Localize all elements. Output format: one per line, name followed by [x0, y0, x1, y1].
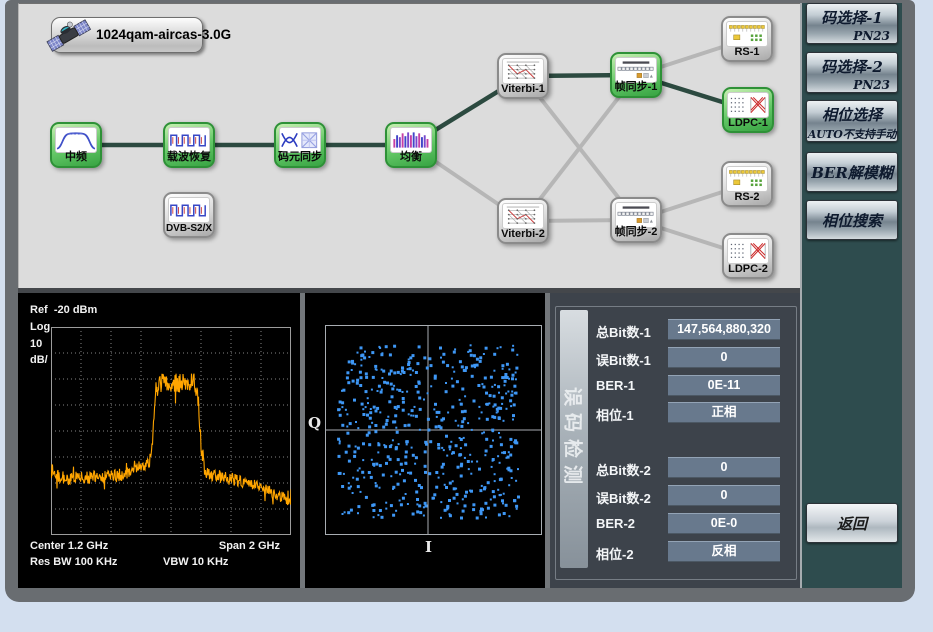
- phase-2-label: 相位-2: [596, 544, 634, 563]
- node-frame-sync-1-label: 帧同步-1: [609, 78, 663, 94]
- node-rs-2-label: RS-2: [720, 191, 774, 203]
- code-select-1-label: 码选择-1: [807, 7, 897, 28]
- scale-label-log: Log: [30, 321, 50, 333]
- code-select-1-button[interactable]: 码选择-1 PN23: [806, 3, 898, 44]
- scale-label-db: dB/: [30, 354, 48, 366]
- ber-2-label: BER-2: [596, 516, 635, 531]
- constellation-display: Q I: [305, 293, 545, 588]
- ber-side-label: 误码检测: [561, 387, 588, 491]
- node-rs-1[interactable]: RS-1: [721, 16, 773, 62]
- ldpc-graph-icon: [727, 92, 769, 118]
- node-frame-sync-1[interactable]: 帧同步-1: [610, 52, 662, 98]
- ber-1-label: BER-1: [596, 378, 635, 393]
- ldpc-graph-icon: [727, 238, 769, 264]
- node-symbol-sync-label: 码元同步: [273, 148, 327, 164]
- node-dvb-s2x-label: DVB-S2/X: [162, 223, 216, 234]
- phase-select-button[interactable]: 相位选择 AUTO不支持手动: [806, 100, 898, 142]
- phase-select-value: AUTO不支持手动: [807, 126, 897, 142]
- phase-search-label: 相位搜索: [822, 210, 882, 231]
- sidebar: 码选择-1 PN23 码选择-2 PN23 相位选择 AUTO不支持手动 BER…: [800, 3, 902, 588]
- ber-side-strip: 误码检测: [560, 310, 588, 568]
- rbw-label: Res BW 100 KHz: [30, 556, 117, 568]
- signal-profile-button[interactable]: 1024qam-aircas-3.0G: [51, 17, 203, 53]
- scale-label-10: 10: [30, 338, 42, 350]
- total-bits-2-label: 总Bit数-2: [596, 460, 651, 479]
- ber-panel: 误码检测 总Bit数-1 147,564,880,320 误Bit数-1 0 B…: [550, 293, 800, 588]
- node-viterbi-1[interactable]: Viterbi-1: [497, 53, 549, 99]
- phase-2-value: 反相: [668, 541, 780, 562]
- back-button-label: 返回: [837, 513, 867, 534]
- pipeline-panel: 1024qam-aircas-3.0G: [18, 3, 800, 288]
- ber-1-value: 0E-11: [668, 375, 780, 396]
- ber-deambiguity-label: BER解模糊: [811, 162, 893, 183]
- node-ldpc-1-label: LDPC-1: [721, 117, 775, 129]
- spectrum-plot: [51, 327, 291, 535]
- node-ldpc-1[interactable]: LDPC-1: [722, 87, 774, 133]
- phase-select-label: 相位选择: [807, 104, 897, 125]
- ber-2-value: 0E-0: [668, 513, 780, 534]
- error-bits-2-label: 误Bit数-2: [596, 488, 651, 507]
- phase-1-label: 相位-1: [596, 405, 634, 424]
- node-if-label: 中频: [49, 148, 103, 164]
- node-viterbi-1-label: Viterbi-1: [496, 83, 550, 95]
- rs-tree-icon: [726, 21, 768, 47]
- constellation-plot: [325, 325, 542, 535]
- satellite-icon: [46, 13, 92, 59]
- application-window: 1024qam-aircas-3.0G: [0, 0, 933, 632]
- code-select-1-value: PN23: [807, 29, 897, 43]
- node-symbol-sync[interactable]: 码元同步: [274, 122, 326, 168]
- total-bits-2-value: 0: [668, 457, 780, 478]
- node-frame-sync-2[interactable]: 帧同步-2: [610, 197, 662, 243]
- vbw-label: VBW 10 KHz: [163, 556, 228, 568]
- error-bits-2-value: 0: [668, 485, 780, 506]
- node-viterbi-2-label: Viterbi-2: [496, 228, 550, 240]
- i-axis-label: I: [425, 538, 432, 556]
- trellis-icon: [502, 58, 544, 84]
- ber-deambiguity-button[interactable]: BER解模糊: [806, 152, 898, 192]
- node-if[interactable]: 中频: [50, 122, 102, 168]
- node-ldpc-2-label: LDPC-2: [721, 263, 775, 275]
- center-freq-label: Center 1.2 GHz: [30, 540, 108, 552]
- node-rs-2[interactable]: RS-2: [721, 161, 773, 207]
- back-button[interactable]: 返回: [806, 503, 898, 543]
- trellis-icon: [502, 203, 544, 229]
- node-carrier-recovery[interactable]: 载波恢复: [163, 122, 215, 168]
- total-bits-1-value: 147,564,880,320: [668, 319, 780, 340]
- constellation-dots: [337, 344, 520, 519]
- error-bits-1-label: 误Bit数-1: [596, 350, 651, 369]
- node-frame-sync-2-label: 帧同步-2: [609, 223, 663, 239]
- node-dvb-s2x[interactable]: DVB-S2/X: [163, 192, 215, 238]
- span-label: Span 2 GHz: [219, 540, 280, 552]
- node-viterbi-2[interactable]: Viterbi-2: [497, 198, 549, 244]
- node-equalizer[interactable]: 均衡: [385, 122, 437, 168]
- node-equalizer-label: 均衡: [384, 148, 438, 164]
- phase-1-value: 正相: [668, 402, 780, 423]
- signal-profile-label: 1024qam-aircas-3.0G: [96, 27, 231, 42]
- spectrum-display: Ref -20 dBm Log 10 dB/ Center 1.2 GHz Sp…: [18, 293, 300, 588]
- phase-search-button[interactable]: 相位搜索: [806, 200, 898, 240]
- code-select-2-button[interactable]: 码选择-2 PN23: [806, 52, 898, 93]
- total-bits-1-label: 总Bit数-1: [596, 322, 651, 341]
- code-select-2-label: 码选择-2: [807, 56, 897, 77]
- error-bits-1-value: 0: [668, 347, 780, 368]
- rs-tree-icon: [726, 166, 768, 192]
- code-select-2-value: PN23: [807, 78, 897, 92]
- node-rs-1-label: RS-1: [720, 46, 774, 58]
- q-axis-label: Q: [308, 414, 321, 432]
- ref-level-label: Ref -20 dBm: [30, 304, 97, 316]
- node-ldpc-2[interactable]: LDPC-2: [722, 233, 774, 279]
- squarewave-icon: [168, 197, 210, 223]
- node-carrier-recovery-label: 载波恢复: [162, 148, 216, 164]
